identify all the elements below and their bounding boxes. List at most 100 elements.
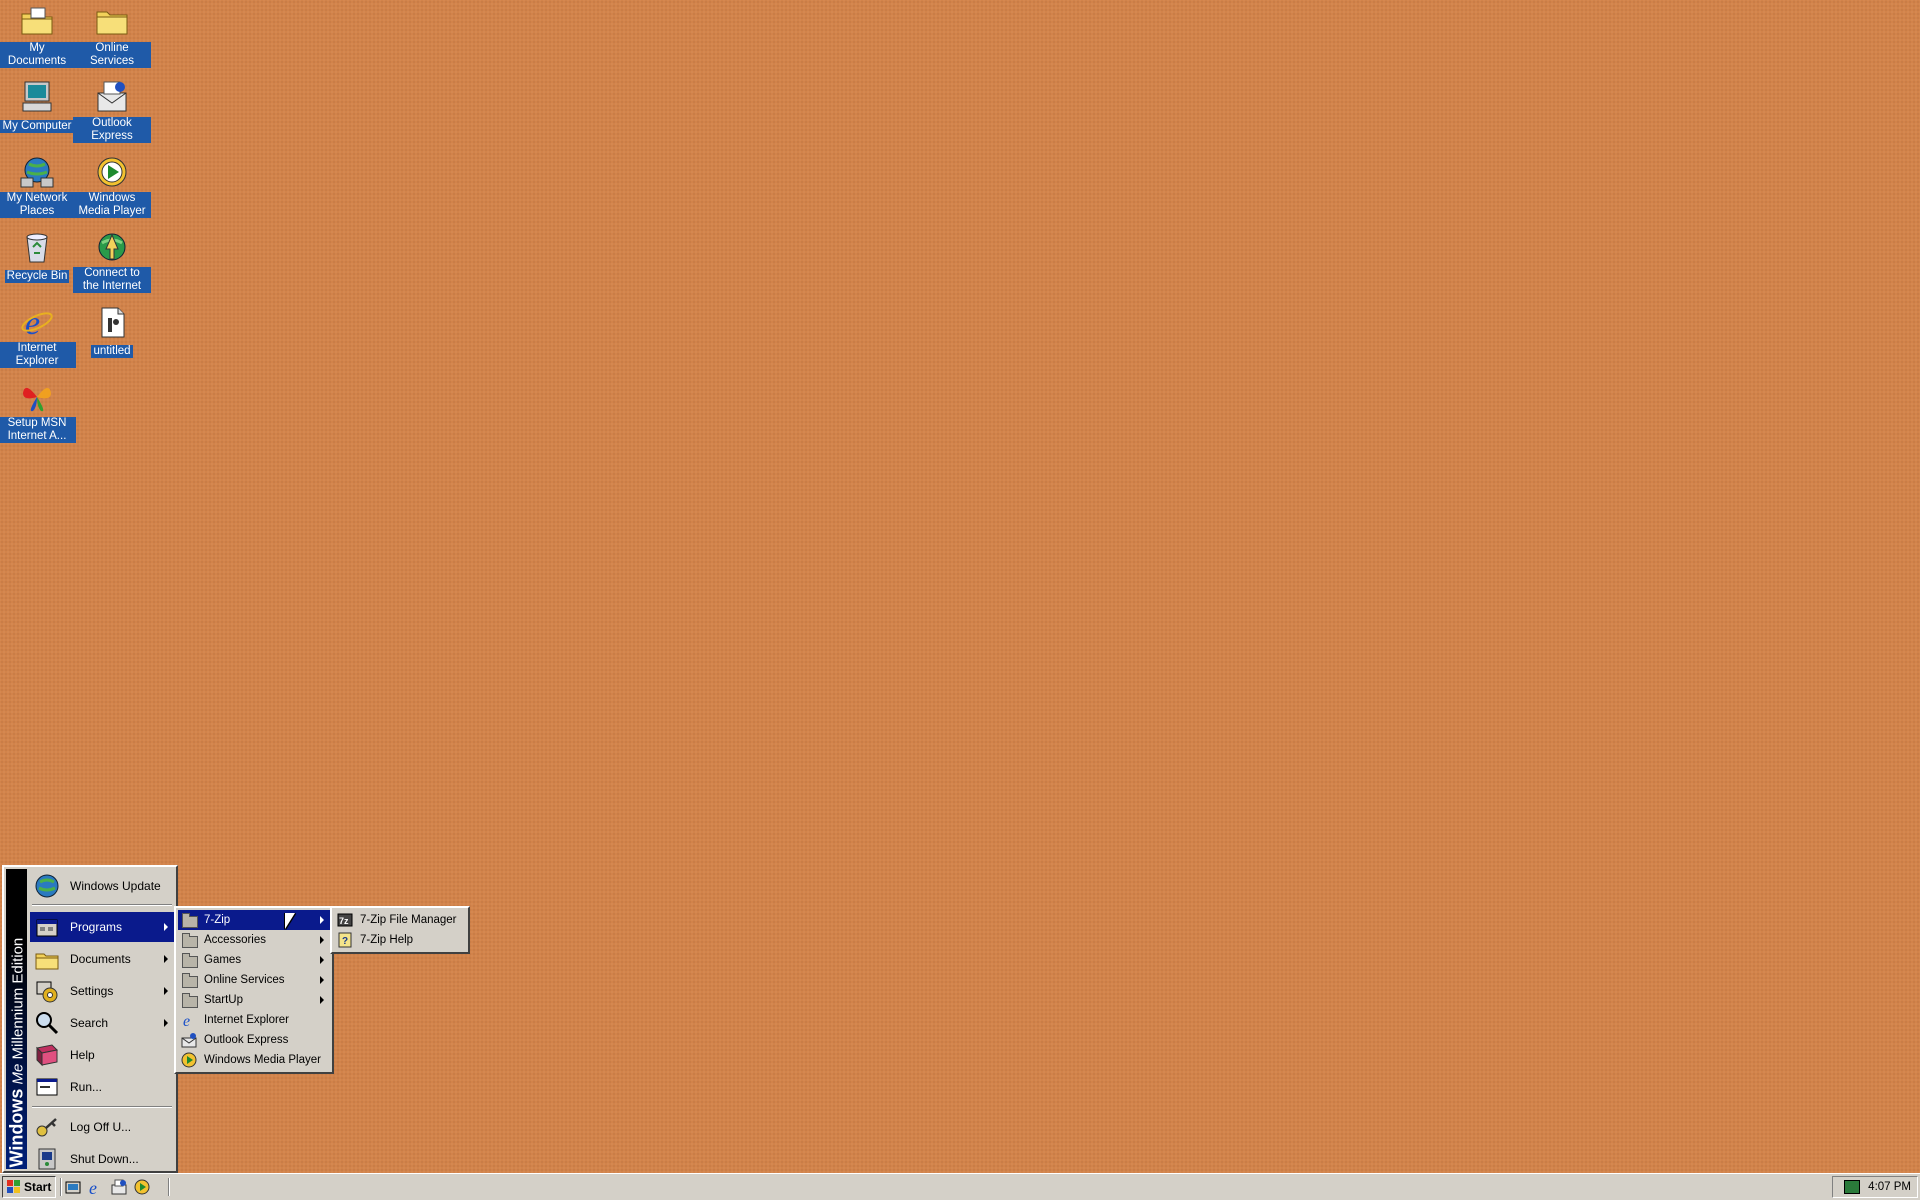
desktop-icon-outlook-express[interactable]: Outlook Express: [73, 77, 151, 143]
desktop-icon-my-network-places[interactable]: My Network Places: [0, 152, 76, 218]
desktop-icon-label: Recycle Bin: [4, 270, 70, 283]
menu-item-label: Games: [204, 954, 242, 966]
clock[interactable]: 4:07 PM: [1868, 1181, 1911, 1193]
help-file-icon: ?: [337, 932, 353, 948]
start-item-label: Search: [70, 1016, 109, 1030]
programs-item-internet-explorer[interactable]: e Internet Explorer: [178, 1010, 330, 1030]
desktop-icon-setup-msn[interactable]: Setup MSN Internet A...: [0, 377, 76, 443]
start-button[interactable]: Start: [2, 1176, 56, 1198]
desktop-icon-label: My Network Places: [0, 192, 76, 218]
windows-logo-icon: [7, 1180, 21, 1194]
connect-internet-icon: [94, 229, 130, 265]
programs-item-windows-media-player[interactable]: Windows Media Player: [178, 1050, 330, 1070]
start-item-label: Shut Down...: [70, 1152, 139, 1166]
taskbar-divider: [60, 1178, 62, 1196]
internet-explorer-icon[interactable]: e: [87, 1178, 105, 1198]
search-icon: [34, 1010, 60, 1036]
menu-item-label: Windows Media Player: [204, 1054, 321, 1066]
desktop-icon-recycle-bin[interactable]: Recycle Bin: [0, 227, 76, 283]
log-off-key-icon: [34, 1114, 60, 1140]
chevron-right-icon: [164, 923, 168, 931]
desktop-icon-label: Outlook Express: [73, 117, 151, 143]
chevron-right-icon: [320, 956, 324, 964]
computer-icon: [19, 79, 55, 115]
start-item-help[interactable]: Help: [30, 1040, 174, 1070]
banner-windows: Windows: [6, 1088, 27, 1168]
start-item-shut-down[interactable]: Shut Down...: [30, 1144, 174, 1174]
desktop-icon-label: Connect to the Internet: [73, 267, 151, 293]
program-group-icon: [181, 972, 198, 988]
desktop-icon-internet-explorer[interactable]: e Internet Explorer: [0, 302, 76, 368]
internet-explorer-icon: e: [19, 304, 55, 342]
start-item-run[interactable]: Run...: [30, 1072, 174, 1102]
start-item-programs[interactable]: Programs: [30, 912, 174, 942]
desktop-icon-untitled[interactable]: untitled: [73, 302, 151, 358]
menu-item-label: Accessories: [204, 934, 266, 946]
documents-icon: [34, 946, 60, 972]
desktop-icon-label: Internet Explorer: [0, 342, 76, 368]
desktop-icon-my-computer[interactable]: My Computer: [0, 77, 76, 133]
windows-update-icon: [34, 873, 60, 899]
run-icon: [34, 1074, 60, 1100]
outlook-express-icon[interactable]: [110, 1178, 128, 1196]
start-item-label: Programs: [70, 920, 123, 934]
start-item-log-off[interactable]: Log Off U...: [30, 1112, 174, 1142]
desktop-icon-online-services[interactable]: Online Services: [73, 2, 151, 68]
chevron-right-icon: [164, 1019, 168, 1027]
start-item-windows-update[interactable]: Windows Update: [30, 871, 174, 901]
start-item-label: Run...: [70, 1080, 103, 1094]
show-desktop-icon[interactable]: [64, 1178, 82, 1196]
desktop-icon-label: Setup MSN Internet A...: [0, 417, 76, 443]
recycle-bin-icon: [19, 229, 55, 265]
start-menu-banner: Windows Me Millennium Edition: [6, 869, 27, 1169]
programs-item-startup[interactable]: StartUp: [178, 990, 330, 1010]
start-item-settings[interactable]: Settings: [30, 976, 174, 1006]
taskbar-divider: [168, 1178, 170, 1196]
start-item-label: Help: [70, 1048, 95, 1062]
sevenzip-item-file-manager[interactable]: 7z 7-Zip File Manager: [334, 910, 466, 930]
sevenzip-submenu: 7z 7-Zip File Manager ? 7-Zip Help: [330, 906, 470, 954]
programs-submenu: 7-Zip Accessories Games Online Services …: [174, 906, 334, 1074]
menu-item-label: 7-Zip: [204, 914, 231, 926]
start-menu: Windows Me Millennium Edition Windows Up…: [2, 865, 178, 1173]
chevron-right-icon: [320, 996, 324, 1004]
start-item-documents[interactable]: Documents: [30, 944, 174, 974]
program-group-icon: [181, 992, 198, 1008]
media-player-icon: [94, 154, 130, 190]
programs-item-outlook-express[interactable]: Outlook Express: [178, 1030, 330, 1050]
desktop-icon-label: My Documents: [0, 42, 76, 68]
menu-item-label: Outlook Express: [204, 1034, 289, 1046]
start-item-label: Log Off U...: [70, 1120, 132, 1134]
menu-item-label: 7-Zip File Manager: [360, 914, 457, 926]
separator: [32, 904, 172, 906]
start-item-label: Documents: [70, 952, 131, 966]
media-player-icon[interactable]: [133, 1178, 151, 1196]
start-item-label: Windows Update: [70, 879, 161, 893]
folder-documents-icon: [19, 4, 55, 40]
banner-me: Me: [9, 1063, 27, 1085]
document-icon: [94, 304, 130, 340]
programs-item-7zip[interactable]: 7-Zip: [178, 910, 330, 930]
menu-item-label: StartUp: [204, 994, 243, 1006]
desktop-icon-windows-media-player[interactable]: Windows Media Player: [73, 152, 151, 218]
programs-item-online-services[interactable]: Online Services: [178, 970, 330, 990]
program-group-icon: [181, 952, 198, 968]
desktop-icon-connect-to-internet[interactable]: Connect to the Internet: [73, 227, 151, 293]
start-button-label: Start: [24, 1180, 52, 1194]
chevron-right-icon: [320, 976, 324, 984]
desktop-icon-label: Windows Media Player: [73, 192, 151, 218]
programs-item-accessories[interactable]: Accessories: [178, 930, 330, 950]
program-group-icon: [181, 932, 198, 948]
desktop-icon-my-documents[interactable]: My Documents: [0, 2, 76, 68]
programs-item-games[interactable]: Games: [178, 950, 330, 970]
sevenzip-icon: 7z: [337, 912, 353, 928]
folder-icon: [94, 4, 130, 40]
sevenzip-item-help[interactable]: ? 7-Zip Help: [334, 930, 466, 950]
start-item-search[interactable]: Search: [30, 1008, 174, 1038]
settings-icon: [34, 978, 60, 1004]
svg-text:?: ?: [342, 936, 348, 947]
chevron-right-icon: [164, 955, 168, 963]
desktop-icon-label: untitled: [91, 345, 133, 358]
network-status-icon[interactable]: [1844, 1180, 1861, 1194]
chevron-right-icon: [164, 987, 168, 995]
